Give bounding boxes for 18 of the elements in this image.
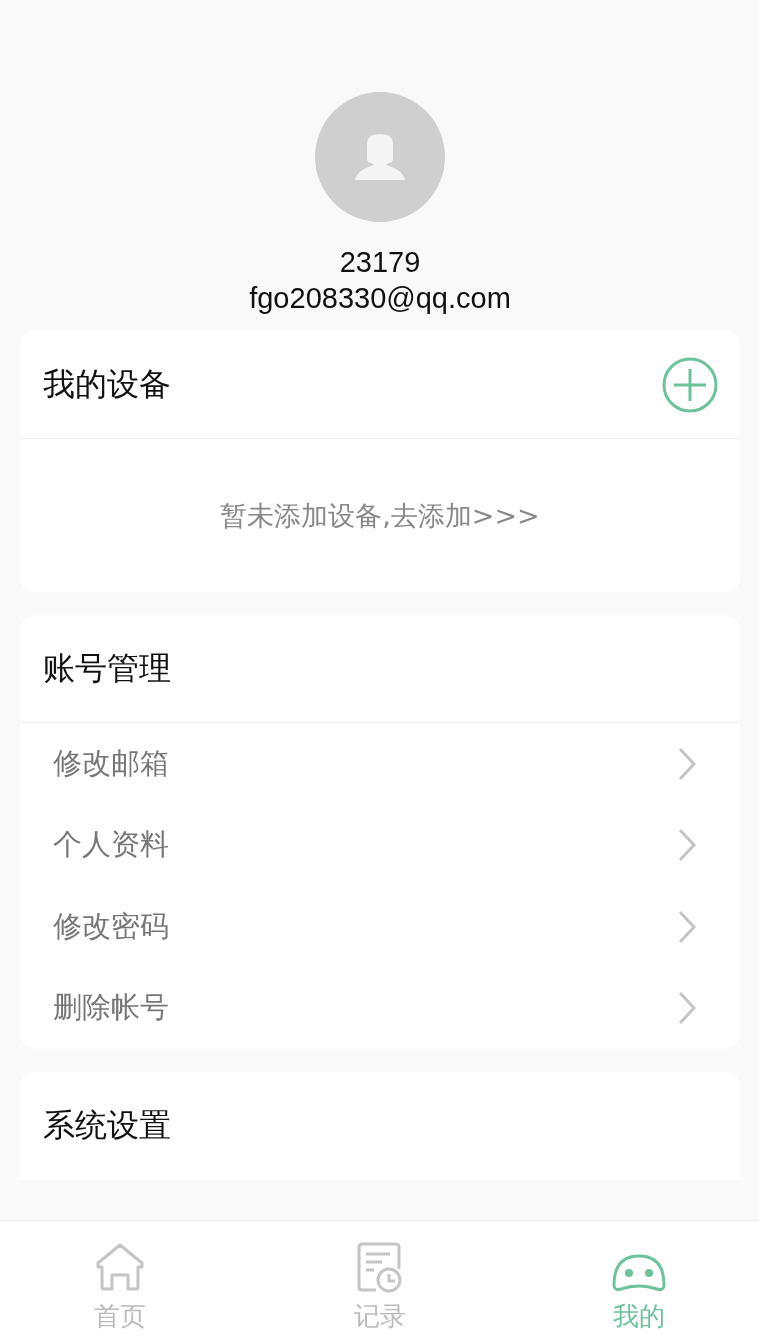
avatar-icon[interactable] [315,92,445,222]
face-icon [611,1253,667,1293]
chevron-icon [677,991,697,1026]
chevron-icon [677,909,697,944]
section-title: 我的设备 [43,363,171,405]
chevron-icon [677,828,697,863]
add-icon[interactable] [662,356,718,413]
menu-item[interactable]: 个人资料 [20,804,740,886]
menu-item[interactable]: 删除帐号 [20,967,740,1049]
document-clock-icon [355,1241,404,1293]
username: 23179 [339,245,421,280]
chevron-icon [677,746,697,781]
menu-item[interactable]: 修改密码 [20,886,740,968]
menu-item[interactable]: 修改邮箱 [20,723,740,805]
add-device-link[interactable]: 暂未添加设备,去添加>>> [220,497,540,534]
email-address: fgo208330@qq.com [249,281,511,316]
section-title: 账号管理 [43,647,171,689]
section-title: 系统设置 [43,1104,171,1146]
